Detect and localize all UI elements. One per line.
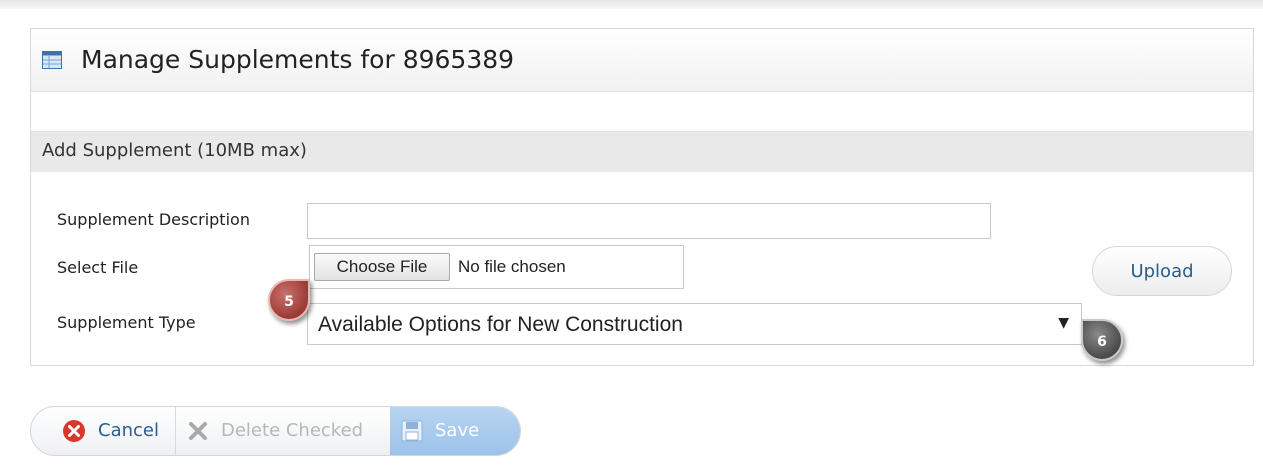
supplement-type-label: Supplement Type: [57, 313, 196, 332]
table-icon: [42, 51, 62, 69]
cancel-x-circle-icon: [63, 420, 85, 442]
panel-title: Manage Supplements for 8965389: [81, 45, 515, 74]
supplement-description-label: Supplement Description: [57, 210, 250, 229]
section-title: Add Supplement (10MB max): [42, 140, 307, 161]
delete-checked-label: Delete Checked: [221, 420, 364, 441]
choose-file-button[interactable]: Choose File: [314, 253, 450, 281]
floppy-disk-icon: [401, 420, 423, 442]
delete-checked-button[interactable]: Delete Checked: [176, 407, 391, 455]
manage-supplements-panel: Manage Supplements for 8965389 Add Suppl…: [30, 28, 1254, 366]
select-file-label: Select File: [57, 258, 139, 277]
step-callout-5: 5: [268, 279, 310, 321]
save-button[interactable]: Save: [390, 407, 520, 455]
supplement-type-select[interactable]: Available Options for New Construction ▼: [307, 303, 1082, 345]
supplement-description-input[interactable]: [307, 203, 991, 239]
dropdown-arrow-icon: ▼: [1058, 315, 1069, 331]
step-callout-6: 6: [1081, 319, 1123, 361]
supplement-type-selected-value: Available Options for New Construction: [318, 313, 683, 336]
save-label: Save: [435, 420, 480, 441]
cancel-button[interactable]: Cancel: [31, 407, 176, 455]
upload-button[interactable]: Upload: [1092, 246, 1232, 296]
delete-x-icon: [189, 422, 207, 440]
action-toolbar: Cancel Delete Checked Save: [30, 406, 521, 456]
top-bar: [0, 0, 1263, 9]
cancel-label: Cancel: [98, 420, 159, 441]
panel-header: Manage Supplements for 8965389: [31, 29, 1253, 92]
no-file-chosen-text: No file chosen: [458, 257, 566, 276]
file-input[interactable]: Choose File No file chosen: [309, 245, 684, 289]
add-supplement-section-header: Add Supplement (10MB max): [31, 131, 1253, 172]
